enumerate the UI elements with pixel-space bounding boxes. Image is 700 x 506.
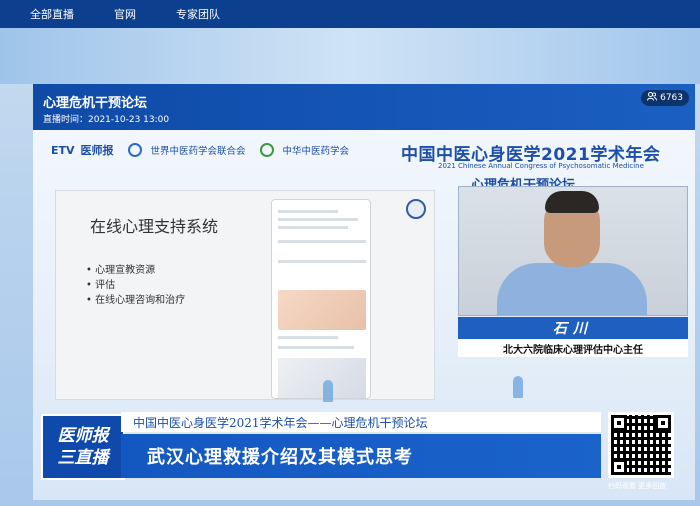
talk-title: 武汉心理救援介绍及其模式思考 <box>121 434 601 478</box>
qr-finder <box>611 415 627 431</box>
presentation-slide: 在线心理支持系统 心理宣教资源 评估 在线心理咨询和治疗 <box>55 190 435 400</box>
congress-title-en: 2021 Chinese Annual Congress of Psychoso… <box>438 162 644 170</box>
slide-bullets: 心理宣教资源 评估 在线心理咨询和治疗 <box>86 263 185 308</box>
speaker-video <box>458 186 688 316</box>
background-banner <box>0 28 700 84</box>
qr-caption: 扫码观看 更多回放 <box>608 482 667 490</box>
video-frame[interactable]: ETV 医师报 世界中医药学会联合会 中华中医药学会 中国中医心身医学2021学… <box>33 130 695 500</box>
phone-text-line <box>278 226 348 229</box>
viewer-count: 6763 <box>660 93 683 103</box>
live-title: 心理危机干预论坛 <box>43 96 148 111</box>
qr-finder <box>611 459 627 475</box>
viewers-icon <box>647 92 658 104</box>
decor-figure <box>513 376 523 398</box>
lower-third-subtitle: 中国中医心身医学2021学术年会——心理危机干预论坛 <box>121 412 601 432</box>
phone-screenshot <box>271 199 371 399</box>
phone-text-line <box>278 260 366 263</box>
phone-text-line <box>278 210 338 213</box>
speaker-role: 北大六院临床心理评估中心主任 <box>458 339 688 357</box>
nav-all-live[interactable]: 全部直播 <box>30 6 74 22</box>
badge-line-1: 医师报 <box>57 426 109 446</box>
speaker-hair <box>545 191 599 213</box>
sponsor-logos: ETV 医师报 世界中医药学会联合会 中华中医药学会 <box>51 142 357 158</box>
phone-photo <box>278 290 366 330</box>
nav-expert-team[interactable]: 专家团队 <box>176 6 220 22</box>
speaker-shirt <box>497 263 647 315</box>
video-player[interactable]: 心理危机干预论坛 直播时间：2021-10-23 13:00 6763 ETV … <box>33 84 695 500</box>
slide-title: 在线心理支持系统 <box>90 217 219 236</box>
live-time: 直播时间：2021-10-23 13:00 <box>43 115 170 125</box>
slide-bullet: 评估 <box>86 278 185 293</box>
phone-text-line <box>278 240 366 243</box>
yishibao-live-badge: 医师报 三直播 <box>41 414 125 480</box>
decor-figure <box>323 380 333 402</box>
cacm-logo: 中华中医药学会 <box>282 146 350 157</box>
speaker-name: 石川 <box>458 317 688 339</box>
qr-finder <box>655 415 671 431</box>
cacm-seal-icon <box>259 143 274 157</box>
lower-third: 医师报 三直播 中国中医心身医学2021学术年会——心理危机干预论坛 武汉心理救… <box>33 402 695 500</box>
yishibao-logo: 医师报 <box>80 144 114 157</box>
phone-text-line <box>278 346 354 349</box>
phone-illustration <box>278 358 366 398</box>
slide-bullet: 心理宣教资源 <box>86 263 185 278</box>
player-header: 心理危机干预论坛 直播时间：2021-10-23 13:00 6763 <box>33 84 695 130</box>
etv-logo: ETV <box>51 143 75 157</box>
badge-line-2: 三直播 <box>57 448 109 468</box>
top-nav: 全部直播 官网 专家团队 <box>0 0 700 28</box>
viewer-count-badge: 6763 <box>641 90 689 106</box>
slide-bullet: 在线心理咨询和治疗 <box>86 293 185 308</box>
nav-official-site[interactable]: 官网 <box>114 6 136 22</box>
phone-text-line <box>278 218 358 221</box>
wfcms-seal-icon <box>127 143 142 157</box>
hospital-emblem-icon <box>406 199 426 219</box>
qr-code[interactable] <box>608 412 674 478</box>
phone-text-line <box>278 336 338 339</box>
qr-pattern <box>611 415 671 475</box>
wfcms-logo: 世界中医药学会联合会 <box>150 146 246 157</box>
